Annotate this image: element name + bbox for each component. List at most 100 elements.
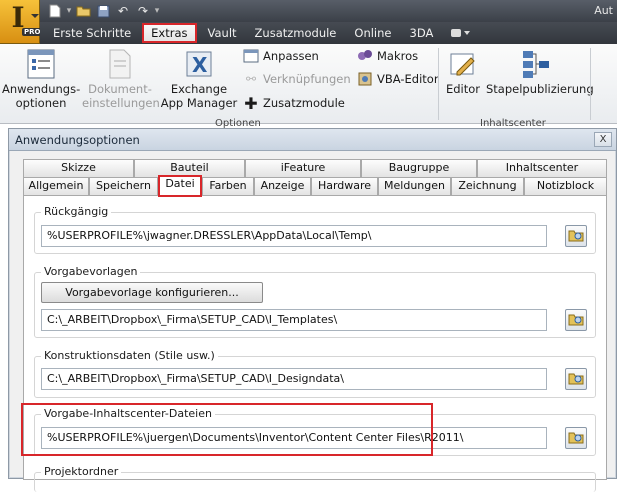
anwendungsoptionen-button[interactable]: Anwendungs- optionen (2, 48, 80, 110)
inhaltscenter-browse-button[interactable] (565, 427, 587, 449)
title-bar: ▾ ↶ ↷ ▾ Aut (0, 0, 617, 22)
tab-meldungen[interactable]: Meldungen (378, 177, 451, 195)
inhaltscenter-path-field[interactable]: %USERPROFILE%\juergen\Documents\Inventor… (41, 427, 547, 449)
projektordner-group: Projektordner (34, 465, 596, 492)
rueckgaengig-path-field[interactable]: %USERPROFILE%\jwagner.DRESSLER\AppData\L… (41, 225, 547, 247)
vorgabevorlagen-browse-button[interactable] (565, 309, 587, 331)
anpassen-button[interactable]: Anpassen (243, 48, 319, 64)
new-dropdown-icon[interactable]: ▾ (66, 2, 72, 20)
redo-icon[interactable]: ↷ (134, 2, 152, 20)
close-button[interactable]: X (594, 132, 612, 147)
konstruktionsdaten-label: Konstruktionsdaten (Stile usw.) (41, 349, 218, 362)
tab-extras[interactable]: Extras (142, 23, 197, 43)
browse-folder-icon (568, 430, 584, 447)
ribbon-display-options[interactable] (444, 23, 477, 43)
anpassen-label: Anpassen (263, 49, 319, 63)
save-icon[interactable] (94, 2, 112, 20)
tab-notizblock[interactable]: Notizblock (524, 177, 607, 195)
tab-speichern[interactable]: Speichern (89, 177, 158, 195)
undo-icon[interactable]: ↶ (114, 2, 132, 20)
link-icon: ⚯ (245, 72, 257, 86)
zusatzmodule-button[interactable]: ✚ Zusatzmodule (243, 93, 345, 113)
add-in-icon: ✚ (244, 93, 258, 113)
tab-hardware[interactable]: Hardware (311, 177, 378, 195)
rueckgaengig-group: Rückgängig %USERPROFILE%\jwagner.DRESSLE… (34, 205, 596, 254)
tab-baugruppe[interactable]: Baugruppe (361, 159, 477, 177)
ribbon-separator (438, 48, 439, 120)
rueckgaengig-browse-button[interactable] (565, 225, 587, 247)
tab-3da[interactable]: 3DA (403, 23, 441, 43)
konstruktionsdaten-browse-button[interactable] (565, 368, 587, 390)
verknuepfungen-button[interactable]: ⚯ Verknüpfungen (243, 71, 351, 87)
open-folder-icon[interactable] (74, 2, 92, 20)
konstruktionsdaten-group: Konstruktionsdaten (Stile usw.) C:\_ARBE… (34, 349, 596, 398)
zusatzmodule-label: Zusatzmodule (263, 96, 345, 110)
vorgabevorlagen-path-field[interactable]: C:\_ARBEIT\Dropbox\_Firma\SETUP_CAD\I_Te… (41, 309, 547, 331)
datei-tab-panel: Rückgängig %USERPROFILE%\jwagner.DRESSLE… (23, 195, 607, 492)
tab-erste-schritte[interactable]: Erste Schritte (46, 23, 138, 43)
vorgabevorlagen-label: Vorgabevorlagen (41, 265, 141, 278)
vba-editor-label: VBA-Editor (377, 72, 439, 86)
dialog-title: Anwendungsoptionen (15, 132, 140, 147)
tab-allgemein[interactable]: Allgemein (23, 177, 89, 195)
tab-skizze[interactable]: Skizze (23, 159, 134, 177)
chevron-down-icon (464, 31, 471, 35)
vba-editor-button[interactable]: VBA-Editor (357, 71, 439, 87)
exchange-label: Exchange App Manager (160, 82, 238, 110)
application-menu-button[interactable]: I PRO (0, 0, 43, 44)
browse-folder-icon (568, 312, 584, 329)
editor-button[interactable]: Editor (442, 48, 484, 96)
ribbon-panel: Anwendungs- optionen Dokument- einstellu… (0, 44, 617, 129)
quick-access-toolbar: ▾ ↶ ↷ ▾ (46, 2, 160, 20)
svg-text:X: X (192, 53, 208, 77)
editor-pencil-icon (447, 48, 479, 80)
dialog-title-bar[interactable]: Anwendungsoptionen (9, 129, 616, 151)
tab-row-2: Allgemein Speichern Datei Farben Anzeige… (23, 175, 607, 197)
inhaltscenter-dateien-label: Vorgabe-Inhaltscenter-Dateien (41, 407, 215, 420)
editor-label: Editor (445, 82, 481, 96)
stapelpublizierung-button[interactable]: Stapelpublizierung (486, 48, 594, 96)
stapelpublizierung-label: Stapelpublizierung (486, 82, 594, 96)
makros-label: Makros (377, 49, 419, 63)
customize-icon (243, 48, 259, 64)
camera-icon (451, 29, 462, 37)
chevron-down-icon (31, 14, 39, 18)
exchange-app-manager-button[interactable]: X Exchange App Manager (160, 48, 238, 110)
dokumenteinstellungen-button[interactable]: Dokument- einstellungen (82, 48, 160, 110)
tab-zeichnung[interactable]: Zeichnung (451, 177, 524, 195)
browse-folder-icon (568, 228, 584, 245)
tab-ifeature[interactable]: iFeature (245, 159, 361, 177)
makros-button[interactable]: Makros (357, 48, 418, 64)
vba-editor-icon (357, 71, 373, 87)
dialog-tabs: Skizze Bauteil iFeature Baugruppe Inhalt… (23, 159, 607, 197)
dokumenteinstellungen-label: Dokument- einstellungen (82, 82, 160, 110)
inhaltscenter-dateien-group: Vorgabe-Inhaltscenter-Dateien %USERPROFI… (34, 407, 596, 456)
anwendungsoptionen-label: Anwendungs- optionen (2, 82, 81, 110)
new-file-icon[interactable] (46, 2, 64, 20)
window-title: Aut (594, 4, 613, 17)
qat-dropdown-icon[interactable]: ▾ (154, 2, 160, 20)
ribbon-separator (590, 48, 591, 120)
application-options-icon (25, 48, 57, 80)
konstruktionsdaten-path-field[interactable]: C:\_ARBEIT\Dropbox\_Firma\SETUP_CAD\I_De… (41, 368, 547, 390)
tab-farben[interactable]: Farben (202, 177, 254, 195)
tab-online[interactable]: Online (347, 23, 398, 43)
browse-folder-icon (568, 371, 584, 388)
batch-publish-icon (520, 48, 552, 80)
tab-inhaltscenter[interactable]: Inhaltscenter (477, 159, 607, 177)
document-settings-icon (104, 48, 136, 80)
ribbon-tab-row: Erste Schritte Extras Vault Zusatzmodule… (40, 22, 617, 44)
verknuepfungen-label: Verknüpfungen (263, 72, 351, 86)
projektordner-label: Projektordner (41, 465, 122, 478)
exchange-app-icon: X (183, 48, 215, 80)
tab-row-1: Skizze Bauteil iFeature Baugruppe Inhalt… (23, 159, 607, 177)
vorgabevorlagen-group: Vorgabevorlagen Vorgabevorlage konfiguri… (34, 265, 596, 338)
vorgabevorlage-konfigurieren-button[interactable]: Vorgabevorlage konfigurieren... (41, 282, 263, 303)
application-options-dialog: Anwendungsoptionen X Skizze Bauteil iFea… (8, 128, 617, 492)
tab-zusatzmodule[interactable]: Zusatzmodule (248, 23, 344, 43)
tab-vault[interactable]: Vault (201, 23, 244, 43)
tab-anzeige[interactable]: Anzeige (254, 177, 311, 195)
rueckgaengig-label: Rückgängig (41, 205, 112, 218)
macro-icon (357, 48, 373, 64)
tab-datei[interactable]: Datei (158, 175, 202, 197)
